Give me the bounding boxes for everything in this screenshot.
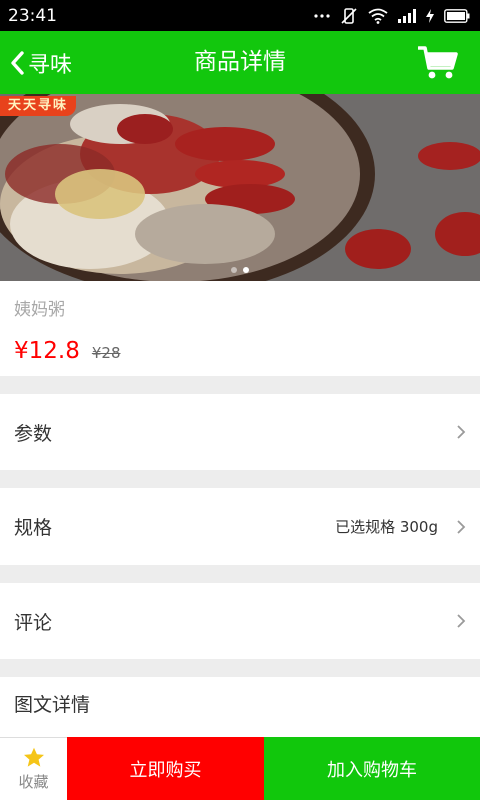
favorite-button[interactable]: 收藏 bbox=[0, 737, 67, 800]
more-dots-icon bbox=[314, 13, 330, 18]
status-bar: 23:41 bbox=[0, 0, 480, 31]
back-label: 寻味 bbox=[28, 52, 73, 78]
original-price: ¥28 bbox=[91, 344, 121, 362]
carousel-dots bbox=[0, 267, 480, 273]
battery-icon bbox=[444, 8, 470, 23]
chevron-left-icon bbox=[11, 50, 24, 75]
charging-icon bbox=[426, 8, 434, 23]
params-row[interactable]: 参数 bbox=[0, 394, 480, 470]
add-to-cart-button[interactable]: 加入购物车 bbox=[264, 737, 480, 800]
chevron-right-icon bbox=[457, 519, 466, 534]
nav-bar: 寻味 商品详情 bbox=[0, 31, 480, 94]
signal-icon bbox=[398, 8, 416, 23]
reviews-row[interactable]: 评论 bbox=[0, 583, 480, 659]
cart-button[interactable] bbox=[417, 45, 458, 81]
back-button[interactable]: 寻味 bbox=[10, 31, 72, 94]
price-row: ¥12.8 ¥28 bbox=[14, 338, 466, 364]
spec-value: 已选规格 300g bbox=[335, 518, 438, 536]
carousel-dot-active[interactable] bbox=[243, 267, 249, 273]
chevron-right-icon bbox=[457, 425, 466, 439]
product-photo bbox=[0, 94, 480, 281]
detail-label: 图文详情 bbox=[14, 694, 91, 716]
current-price: ¥12.8 bbox=[14, 338, 80, 364]
product-info: 姨妈粥 ¥12.8 ¥28 bbox=[0, 281, 480, 376]
bottom-action-bar: 收藏 立即购买 加入购物车 bbox=[0, 737, 480, 800]
banner-tag: 天天寻味 bbox=[0, 96, 77, 116]
status-time: 23:41 bbox=[8, 5, 57, 26]
carousel-dot[interactable] bbox=[231, 267, 237, 273]
vibrate-off-icon bbox=[340, 7, 358, 25]
reviews-label: 评论 bbox=[14, 611, 53, 634]
product-image-carousel[interactable]: 天天寻味 bbox=[0, 94, 480, 281]
spec-row[interactable]: 规格 已选规格 300g bbox=[0, 488, 480, 565]
product-name: 姨妈粥 bbox=[14, 300, 65, 320]
buy-now-button[interactable]: 立即购买 bbox=[67, 737, 264, 800]
params-label: 参数 bbox=[14, 422, 53, 445]
star-icon bbox=[23, 747, 44, 767]
shopping-cart-icon bbox=[417, 46, 458, 79]
detail-section: 图文详情 bbox=[0, 677, 480, 737]
wifi-icon bbox=[368, 8, 388, 24]
chevron-right-icon bbox=[457, 614, 466, 628]
status-icons bbox=[314, 7, 470, 25]
spec-label: 规格 bbox=[14, 517, 53, 539]
favorite-label: 收藏 bbox=[18, 772, 49, 791]
